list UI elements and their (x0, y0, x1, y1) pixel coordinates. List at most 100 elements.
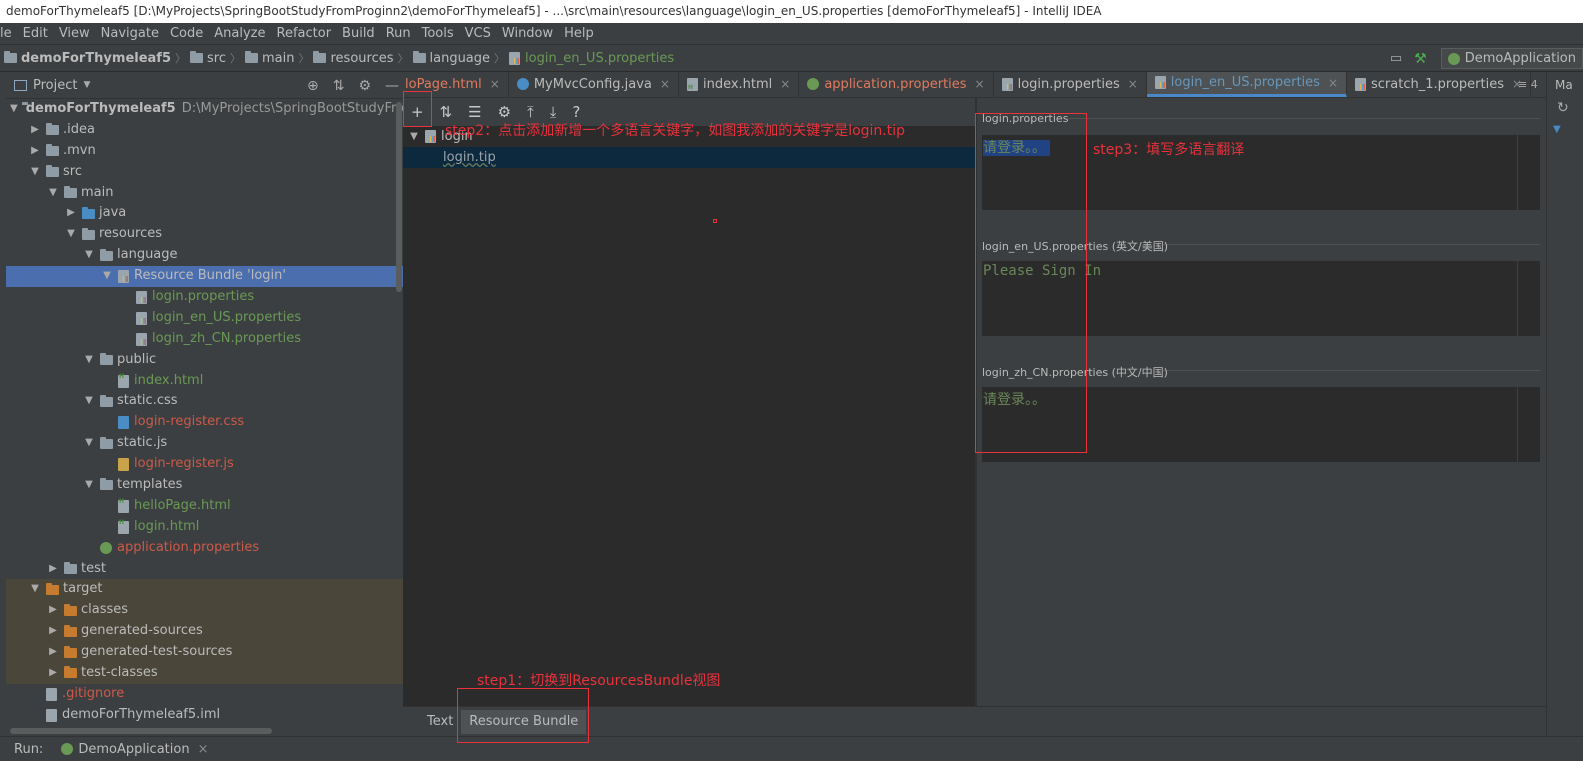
breadcrumb-item[interactable]: login_en_US.properties (509, 51, 674, 66)
chevron-down-icon[interactable]: ▼ (64, 224, 78, 245)
tree-node[interactable]: ▼ public (6, 350, 403, 371)
sort-icon[interactable]: ⇅ (440, 103, 453, 121)
tree-node[interactable]: ▼ resources (6, 224, 403, 245)
build-hammer-icon[interactable]: ⚒ (1414, 51, 1427, 67)
tree-node[interactable]: ▶ classes (6, 600, 403, 622)
breadcrumb-item[interactable]: demoForThymeleaf5 (4, 51, 171, 66)
tree-node[interactable]: ▼ main (6, 183, 403, 204)
breadcrumb-item[interactable]: main (245, 51, 294, 66)
tree-node[interactable]: ▶ test (6, 559, 403, 580)
project-view-title[interactable]: Project (33, 78, 77, 93)
chevron-down-icon[interactable]: ▼ (82, 391, 96, 412)
project-structure-icon[interactable]: ▭ (1390, 51, 1402, 66)
expand-arrow-icon[interactable]: ▼ (1547, 116, 1583, 135)
tree-node[interactable]: index.html (6, 367, 403, 392)
close-icon[interactable]: × (660, 77, 670, 91)
menu-item-build[interactable]: Build (337, 23, 381, 45)
tree-node[interactable]: ▼ templates (6, 475, 403, 496)
run-configuration-selector[interactable]: DemoApplication (1440, 48, 1583, 69)
hide-panel-icon[interactable]: — (385, 78, 399, 94)
gear-icon[interactable]: ⚙ (498, 103, 511, 121)
tree-node[interactable]: ▼ demoForThymeleaf5 D:\MyProjects\SpringBo… (6, 99, 403, 120)
chevron-right-icon[interactable]: ▶ (28, 141, 42, 162)
chevron-down-icon[interactable]: ▼ (82, 350, 96, 371)
chevron-down-icon[interactable]: ▼ (82, 433, 96, 454)
menu-item-run[interactable]: Run (381, 23, 417, 45)
collapse-all-icon[interactable]: ⇅ (333, 78, 345, 94)
menu-item-navigate[interactable]: Navigate (96, 23, 165, 45)
menu-item-tools[interactable]: Tools (417, 23, 460, 45)
collapse-all-icon[interactable]: ⤓ (550, 103, 557, 121)
maven-tool-label[interactable]: Ma (1547, 72, 1583, 92)
chevron-down-icon[interactable]: ▼ (82, 475, 96, 496)
project-horizontal-scrollbar[interactable] (10, 728, 272, 734)
close-icon[interactable]: × (975, 77, 985, 91)
tree-node[interactable]: application.properties (6, 538, 403, 559)
tree-node[interactable]: .gitignore (6, 684, 403, 705)
tree-node[interactable]: login.html (6, 513, 403, 538)
menu-item-refactor[interactable]: Refactor (272, 23, 338, 45)
chevron-down-icon[interactable]: ▼ (46, 183, 60, 204)
run-config-tab[interactable]: DemoApplication (78, 742, 189, 757)
refresh-icon[interactable]: ↻ (1547, 92, 1583, 116)
tree-node[interactable]: ▶ generated-test-sources (6, 642, 403, 664)
menu-item-le[interactable]: le (0, 23, 18, 45)
chevron-right-icon[interactable]: ▶ (46, 600, 60, 621)
chevron-down-icon[interactable]: ▼ (100, 266, 114, 287)
tree-node[interactable]: login_zh_CN.properties (6, 329, 403, 350)
tree-node[interactable]: ▼ src (6, 162, 403, 183)
menu-item-edit[interactable]: Edit (18, 23, 54, 45)
locate-file-icon[interactable]: ⊕ (307, 78, 319, 94)
menu-item-view[interactable]: View (54, 23, 96, 45)
tree-node[interactable]: ▶ java (6, 203, 403, 224)
breadcrumb-item[interactable]: language (412, 51, 490, 66)
tree-node[interactable]: helloPage.html (6, 492, 403, 517)
tree-node[interactable]: ▶ test-classes (6, 663, 403, 684)
tree-node[interactable]: login.properties (6, 287, 403, 308)
chevron-down-icon[interactable]: ▼ (82, 245, 96, 266)
chevron-down-icon[interactable]: ▼ (83, 80, 90, 90)
close-icon[interactable]: × (490, 77, 500, 91)
tree-node[interactable]: ▼ Resource Bundle 'login' (6, 266, 403, 288)
chevron-right-icon[interactable]: ▶ (46, 559, 60, 580)
chevron-right-icon[interactable]: ▶ (46, 663, 60, 684)
chevron-down-icon[interactable]: ▼ (28, 579, 42, 600)
tree-node[interactable]: ▶ .idea (6, 120, 403, 141)
chevron-right-icon[interactable]: ▶ (28, 120, 42, 141)
menu-item-vcs[interactable]: VCS (460, 23, 497, 45)
chevron-right-icon[interactable]: ▶ (46, 642, 60, 663)
tree-node[interactable]: login_en_US.properties (6, 308, 403, 329)
close-icon[interactable]: × (780, 77, 790, 91)
editor-tab[interactable]: MyMvcConfig.java × (509, 72, 679, 97)
tree-node[interactable]: ▼ static.css (6, 391, 403, 412)
chevron-down-icon[interactable]: ▼ (407, 126, 421, 147)
editor-tab[interactable]: application.properties × (799, 72, 994, 97)
tree-node[interactable]: demoForThymeleaf5.iml (6, 705, 403, 726)
editor-tab[interactable]: login_en_US.properties × (1146, 72, 1348, 97)
tree-node[interactable]: ▶ generated-sources (6, 621, 403, 643)
expand-all-icon[interactable]: ⤒ (527, 103, 534, 121)
gear-icon[interactable]: ⚙ (358, 78, 371, 94)
chevron-right-icon[interactable]: ▶ (64, 203, 78, 224)
group-by-prefix-icon[interactable]: ☰ (468, 103, 481, 121)
close-icon[interactable]: × (1328, 76, 1338, 90)
menu-item-window[interactable]: Window (497, 23, 559, 45)
close-icon[interactable]: × (1128, 77, 1138, 91)
project-vertical-scrollbar[interactable] (396, 102, 402, 292)
tree-node[interactable]: login-register.js (6, 454, 403, 475)
tree-node[interactable]: ▼ static.js (6, 433, 403, 454)
menu-item-code[interactable]: Code (165, 23, 209, 45)
tree-node[interactable]: ▶ .mvn (6, 141, 403, 162)
editor-tab[interactable]: index.html × (679, 72, 800, 97)
menu-item-help[interactable]: Help (559, 23, 600, 45)
tree-node[interactable]: ▼ language (6, 245, 403, 266)
menu-item-analyze[interactable]: Analyze (209, 23, 271, 45)
help-icon[interactable]: ? (572, 103, 580, 121)
editor-tab[interactable]: scratch_1.properties × (1347, 72, 1532, 97)
breadcrumb-item[interactable]: resources (313, 51, 394, 66)
text-view-tab[interactable]: Text (419, 710, 461, 734)
breadcrumb-item[interactable]: src (190, 51, 226, 66)
editor-tab[interactable]: login.properties × (994, 72, 1147, 97)
tree-node[interactable]: ▼ target (6, 579, 403, 601)
rb-key-row[interactable]: login.tip (403, 147, 975, 168)
